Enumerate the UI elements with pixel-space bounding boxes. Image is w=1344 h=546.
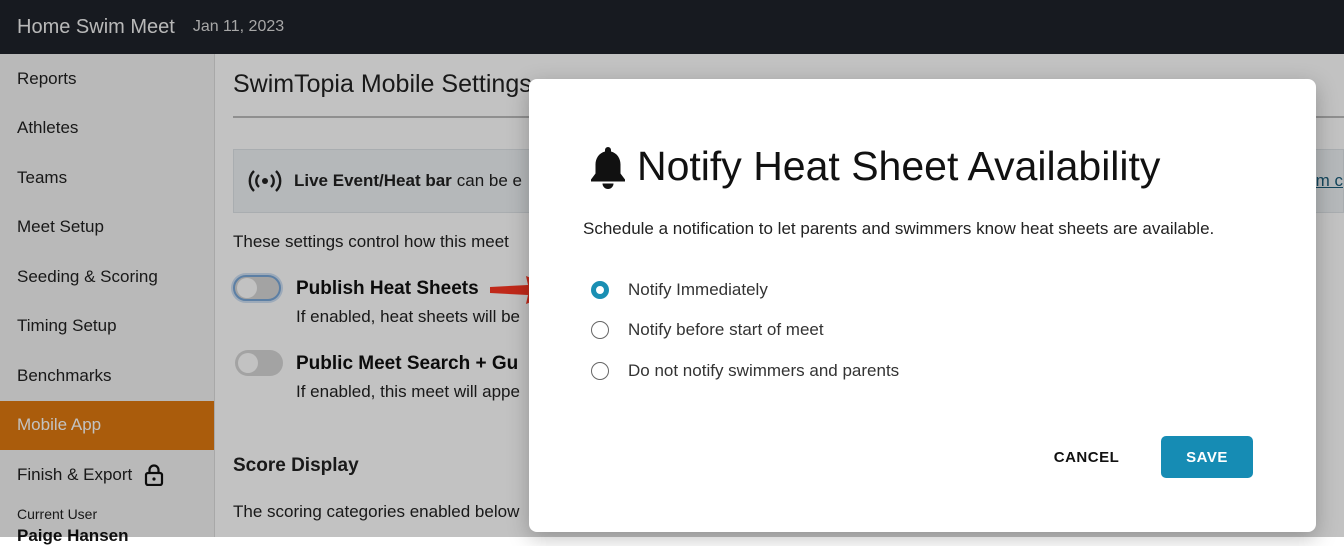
option-label: Notify before start of meet: [628, 320, 824, 339]
notify-modal: Notify Heat Sheet Availability Schedule …: [529, 79, 1316, 532]
option-label: Notify Immediately: [628, 280, 768, 299]
option-label: Do not notify swimmers and parents: [628, 361, 900, 380]
bell-icon: [591, 147, 625, 189]
modal-title: Notify Heat Sheet Availability: [637, 143, 1161, 189]
option-notify-immediately[interactable]: Notify Immediately: [591, 280, 768, 300]
radio-do-not-notify[interactable]: [591, 362, 609, 380]
modal-description: Schedule a notification to let parents a…: [583, 219, 1215, 238]
option-notify-before-start[interactable]: Notify before start of meet: [591, 320, 824, 340]
cancel-button[interactable]: CANCEL: [1029, 436, 1144, 478]
option-do-not-notify[interactable]: Do not notify swimmers and parents: [591, 361, 899, 381]
radio-notify-before-start[interactable]: [591, 321, 609, 339]
radio-notify-immediately[interactable]: [591, 281, 609, 299]
save-button[interactable]: SAVE: [1161, 436, 1253, 478]
